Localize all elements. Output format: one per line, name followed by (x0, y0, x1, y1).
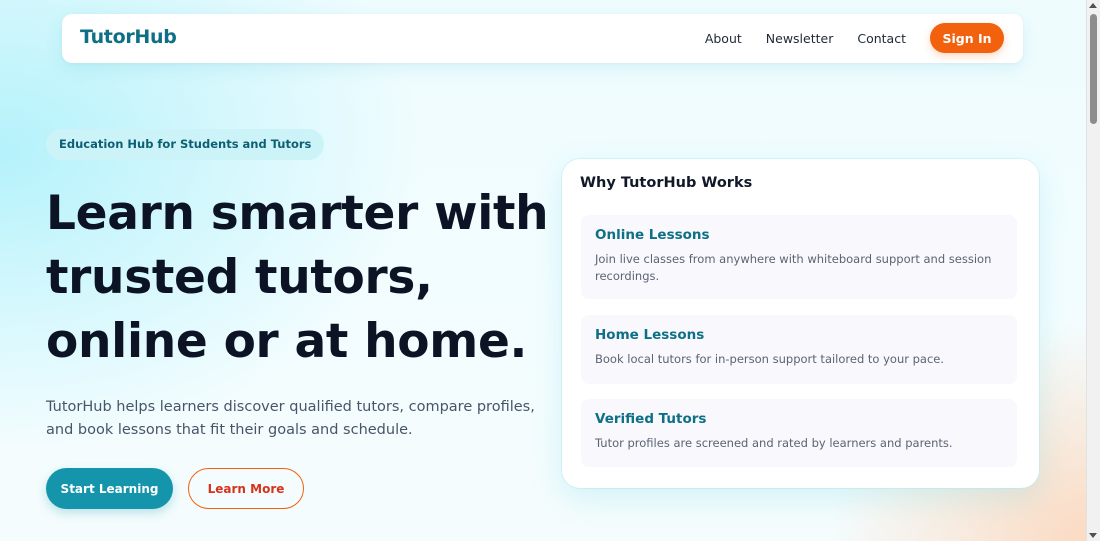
scrollbar-thumb[interactable] (1090, 14, 1097, 124)
feature-description: Book local tutors for in-person support … (595, 351, 1003, 368)
feature-verified-tutors: Verified Tutors Tutor profiles are scree… (581, 399, 1017, 467)
nav-link-newsletter[interactable]: Newsletter (766, 31, 834, 46)
brand-logo[interactable]: TutorHub (80, 26, 177, 48)
nav-links: About Newsletter Contact (705, 31, 906, 46)
nav-link-contact[interactable]: Contact (857, 31, 906, 46)
feature-title: Online Lessons (595, 227, 710, 243)
page-viewport: TutorHub About Newsletter Contact Sign I… (0, 0, 1086, 541)
feature-description-line: recordings. (595, 269, 660, 283)
feature-description-line: Join live classes from anywhere with whi… (595, 252, 992, 266)
feature-home-lessons: Home Lessons Book local tutors for in-pe… (581, 315, 1017, 384)
vertical-scrollbar[interactable] (1086, 0, 1100, 541)
why-tutorhub-card: Why TutorHub Works Online Lessons Join l… (562, 159, 1039, 488)
nav-link-about[interactable]: About (705, 31, 742, 46)
scroll-up-arrow-icon[interactable] (1089, 3, 1097, 8)
hero-description-line: and book lessons that fit their goals an… (46, 422, 413, 438)
hero-title-line: online or at home. (46, 314, 528, 369)
feature-title: Home Lessons (595, 327, 705, 343)
feature-description-line: Book local tutors for in-person support … (595, 352, 945, 366)
hero-title: Learn smarter with trusted tutors, onlin… (46, 182, 549, 374)
feature-description-line: Tutor profiles are screened and rated by… (595, 436, 953, 450)
hero-title-line: Learn smarter with (46, 186, 549, 241)
sign-in-button[interactable]: Sign In (930, 23, 1004, 53)
hero-badge: Education Hub for Students and Tutors (46, 129, 325, 160)
start-learning-button[interactable]: Start Learning (46, 468, 173, 509)
scroll-down-arrow-icon[interactable] (1089, 533, 1097, 538)
hero-description-line: TutorHub helps learners discover qualifi… (46, 399, 535, 415)
feature-title: Verified Tutors (595, 411, 707, 427)
learn-more-button[interactable]: Learn More (188, 468, 304, 509)
card-title: Why TutorHub Works (580, 175, 753, 191)
hero-description: TutorHub helps learners discover qualifi… (46, 396, 535, 442)
feature-description: Tutor profiles are screened and rated by… (595, 435, 1003, 452)
navbar: TutorHub About Newsletter Contact Sign I… (62, 14, 1023, 63)
hero-title-line: trusted tutors, (46, 250, 433, 305)
feature-online-lessons: Online Lessons Join live classes from an… (581, 215, 1017, 299)
feature-description: Join live classes from anywhere with whi… (595, 251, 1003, 285)
